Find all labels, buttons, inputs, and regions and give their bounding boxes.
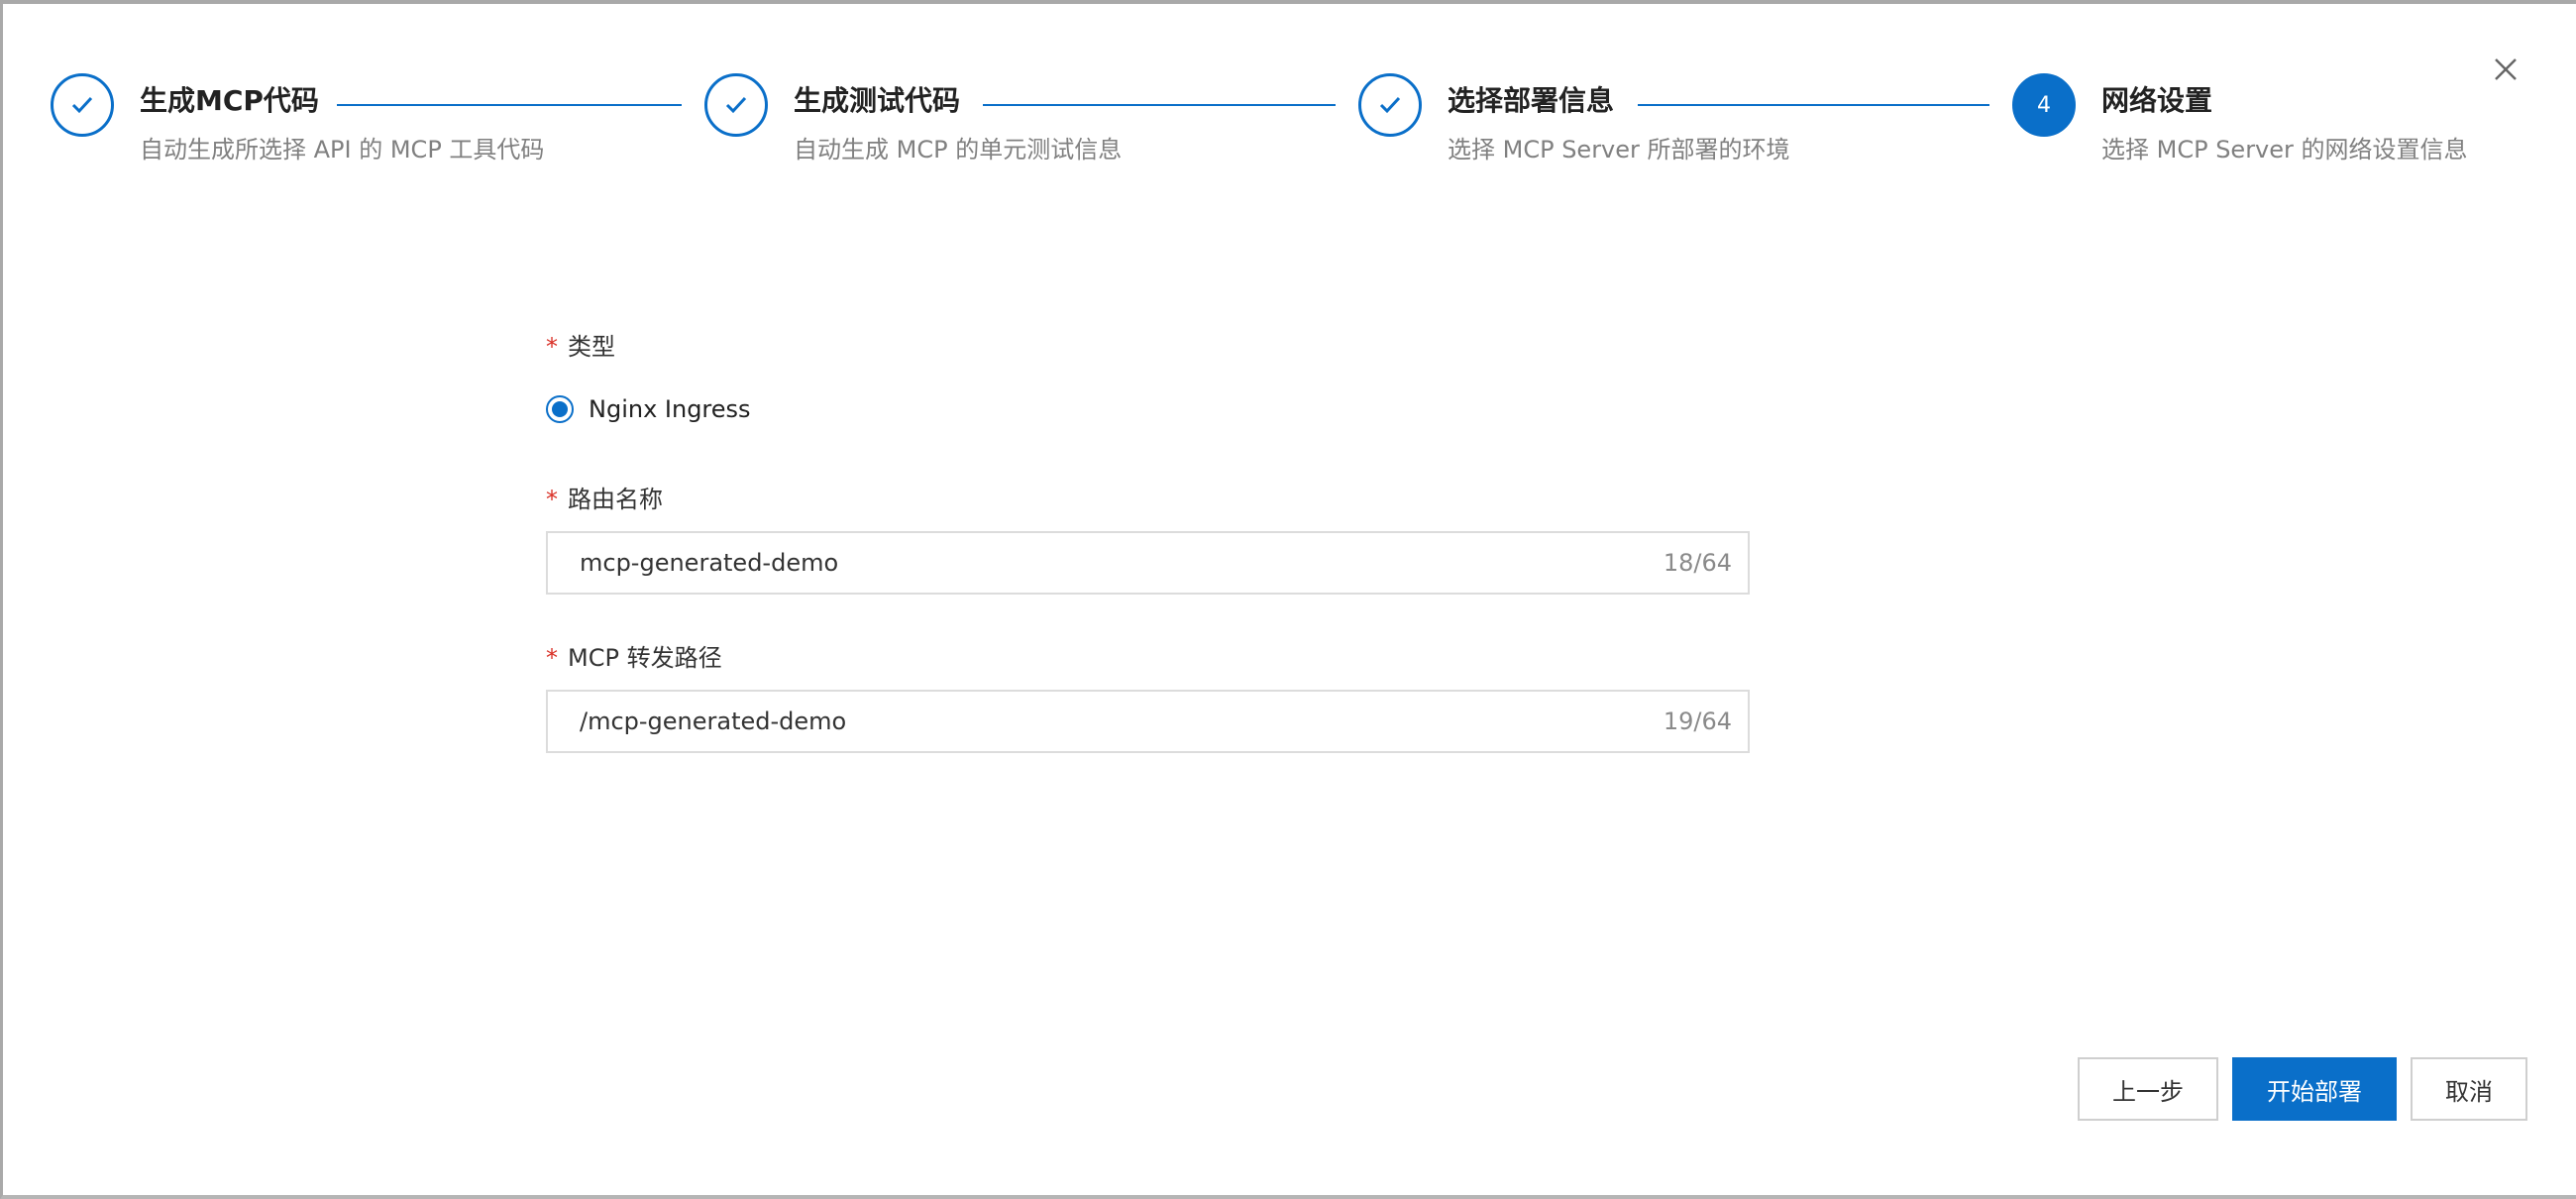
route-name-label: * 路由名称 [546, 486, 663, 513]
start-deploy-button[interactable]: 开始部署 [2232, 1057, 2397, 1121]
required-mark: * [546, 333, 558, 361]
route-name-input[interactable] [580, 533, 1590, 593]
cancel-button[interactable]: 取消 [2411, 1057, 2527, 1121]
step-connector [1638, 104, 1989, 106]
required-mark: * [546, 644, 558, 672]
type-label: * 类型 [546, 333, 615, 361]
step-2-description: 自动生成 MCP 的单元测试信息 [794, 136, 1123, 164]
step-4-description: 选择 MCP Server 的网络设置信息 [2101, 136, 2468, 164]
required-mark: * [546, 486, 558, 513]
deploy-dialog: 生成MCP代码 自动生成所选择 API 的 MCP 工具代码 生成测试代码 自动… [0, 0, 2576, 1199]
close-icon[interactable] [2488, 52, 2523, 87]
forward-path-input[interactable] [580, 692, 1590, 751]
step-2-title: 生成测试代码 [794, 84, 961, 117]
radio-button[interactable] [546, 395, 574, 423]
step-4-number: 4 [2037, 92, 2051, 118]
step-3-title: 选择部署信息 [1448, 84, 1615, 117]
step-connector [337, 104, 682, 106]
type-radio-nginx-ingress[interactable]: Nginx Ingress [546, 395, 751, 423]
prev-step-button[interactable]: 上一步 [2078, 1057, 2218, 1121]
step-4-indicator: 4 [2012, 73, 2076, 137]
forward-path-label: * MCP 转发路径 [546, 644, 722, 672]
radio-label: Nginx Ingress [589, 395, 751, 423]
step-2-indicator [704, 73, 768, 137]
step-1-title: 生成MCP代码 [140, 84, 319, 117]
step-3-indicator [1358, 73, 1422, 137]
check-icon [725, 96, 747, 114]
route-name-field: 18/64 [546, 531, 1750, 595]
forward-path-field: 19/64 [546, 690, 1750, 753]
step-1-description: 自动生成所选择 API 的 MCP 工具代码 [140, 136, 545, 164]
step-3-description: 选择 MCP Server 所部署的环境 [1448, 136, 1790, 164]
step-4-title: 网络设置 [2101, 84, 2213, 117]
route-name-counter: 18/64 [1663, 549, 1732, 577]
step-1-indicator [51, 73, 114, 137]
step-connector [983, 104, 1336, 106]
check-icon [71, 96, 93, 114]
forward-path-counter: 19/64 [1663, 708, 1732, 735]
check-icon [1379, 96, 1401, 114]
